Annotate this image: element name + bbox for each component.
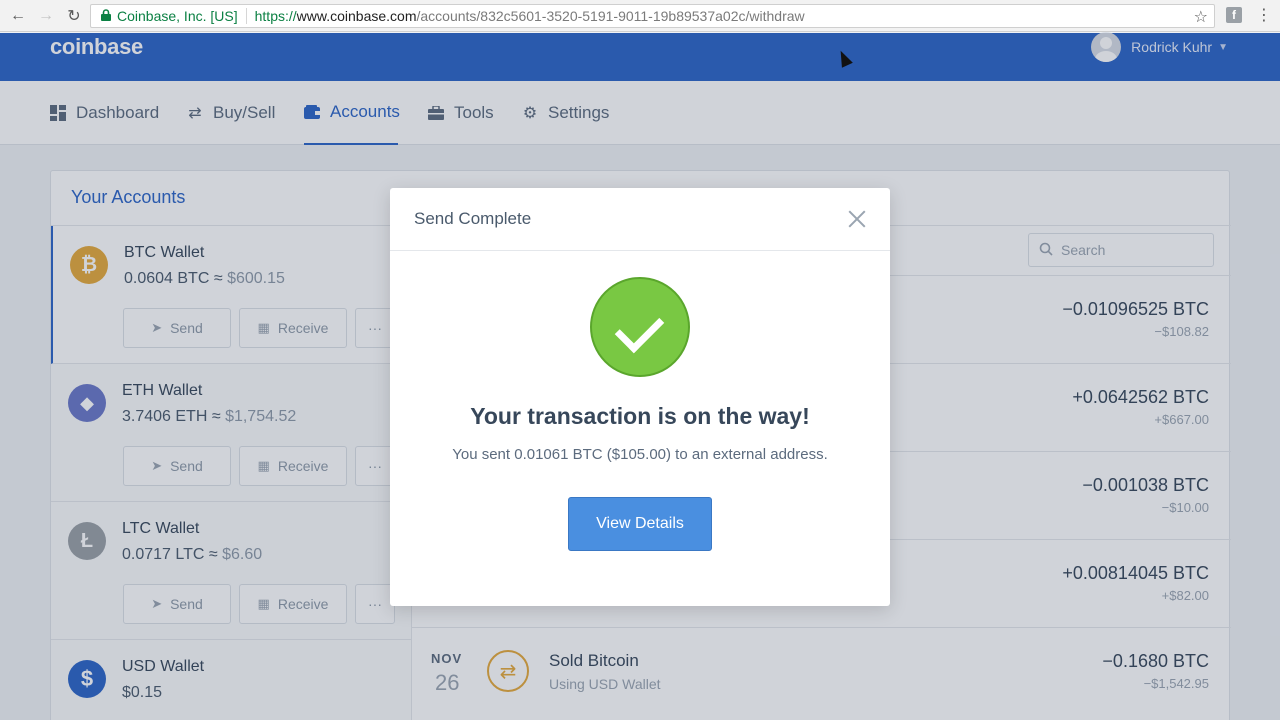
- url-protocol: https://: [254, 8, 297, 24]
- url-host: www.coinbase.com: [296, 8, 417, 24]
- back-icon[interactable]: ←: [4, 2, 32, 30]
- modal-title: Send Complete: [414, 209, 532, 228]
- send-complete-modal: Send Complete Your transaction is on the…: [390, 188, 890, 606]
- close-icon[interactable]: [846, 208, 868, 230]
- url-path: /accounts/832c5601-3520-5191-9011-19b895…: [416, 8, 805, 24]
- forward-icon[interactable]: →: [32, 2, 60, 30]
- bookmark-star-icon[interactable]: ☆: [1194, 7, 1208, 27]
- lock-icon: [101, 8, 111, 24]
- facebook-extension-icon[interactable]: f: [1226, 7, 1242, 23]
- success-message: You sent 0.01061 BTC ($105.00) to an ext…: [452, 446, 828, 463]
- secure-origin-label: Coinbase, Inc. [US]: [117, 8, 238, 24]
- reload-icon[interactable]: ↻: [60, 2, 88, 30]
- browser-menu-icon[interactable]: ⋮: [1256, 6, 1272, 26]
- checkmark-icon: [590, 277, 690, 377]
- success-heading: Your transaction is on the way!: [470, 403, 810, 429]
- view-details-button[interactable]: View Details: [568, 497, 712, 551]
- browser-toolbar: ← → ↻ Coinbase, Inc. [US] https://www.co…: [0, 0, 1280, 32]
- modal-header: Send Complete: [390, 188, 890, 251]
- address-bar[interactable]: Coinbase, Inc. [US] https://www.coinbase…: [90, 4, 1215, 28]
